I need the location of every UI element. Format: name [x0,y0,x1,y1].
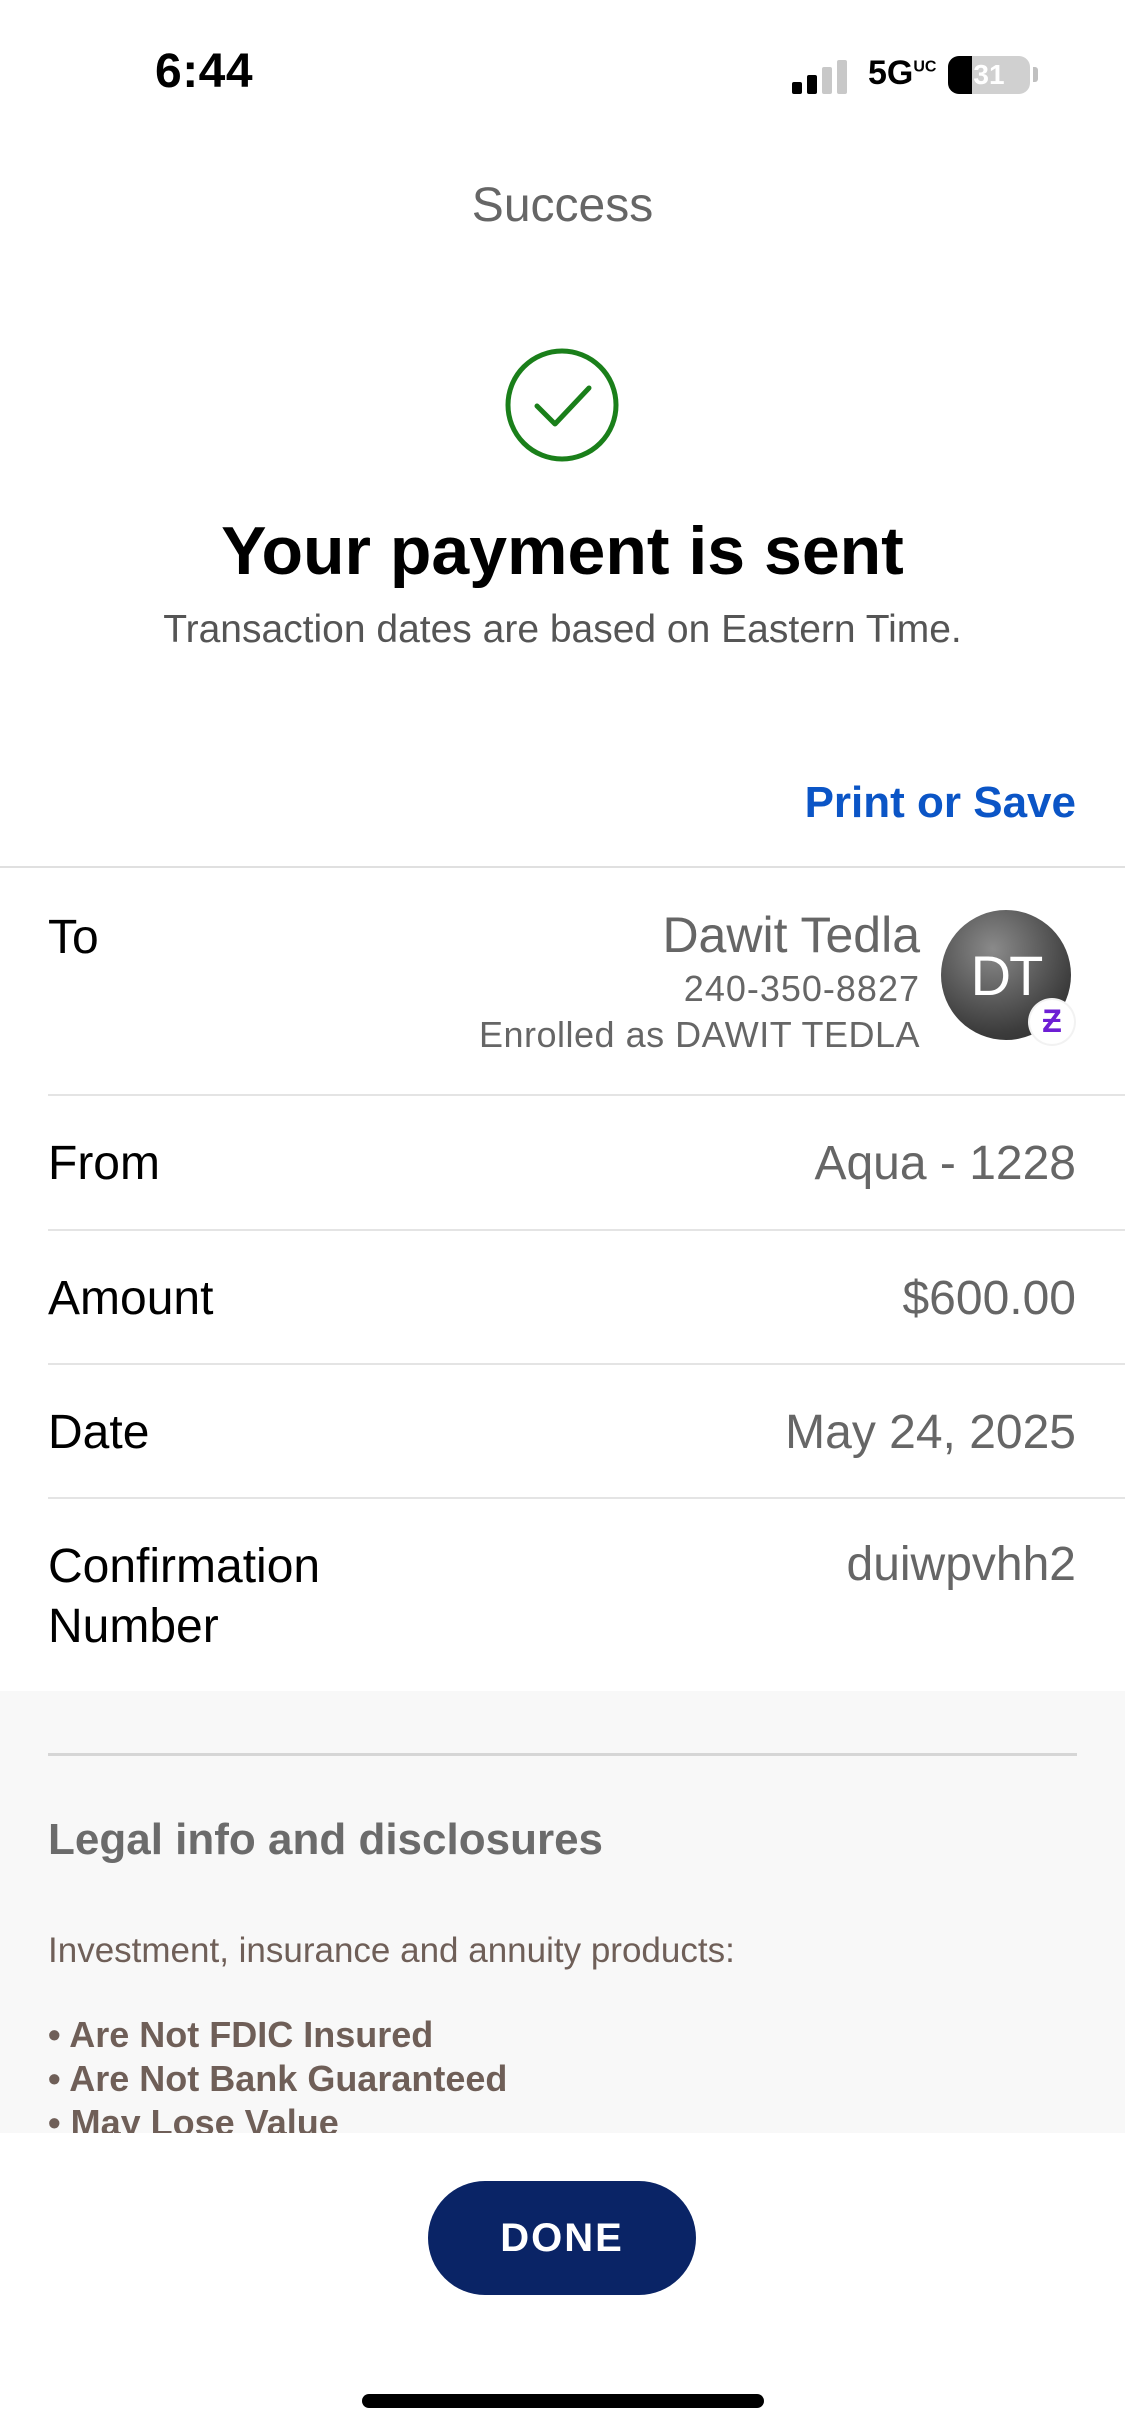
status-bar: 6:44 5GUC 31 [0,0,1125,150]
battery-icon: 31 [948,56,1030,94]
legal-title: Legal info and disclosures [48,1815,604,1864]
recipient-name: Dawit Tedla [662,907,920,963]
legal-divider [48,1753,1077,1756]
legal-section[interactable]: Legal info and disclosures Investment, i… [0,1691,1125,2133]
confirmation-number-row: Confirmation Number duiwpvhh2 [48,1499,1125,1691]
cellular-signal-icon [792,58,850,94]
date-value: May 24, 2025 [785,1406,1076,1459]
battery-percentage: 31 [973,59,1005,90]
date-label: Date [48,1406,150,1459]
timezone-note: Transaction dates are based on Eastern T… [163,608,962,651]
legal-item: • May Lose Value [48,2102,339,2133]
avatar-initials: DT [970,944,1044,1007]
confirmation-number-label: Confirmation Number [48,1540,321,1653]
amount-label: Amount [48,1272,214,1325]
from-row: From Aqua - 1228 [48,1096,1125,1231]
recipient-enrolled-name: Enrolled as DAWIT TEDLA [479,1014,920,1055]
battery-tip [1033,67,1038,82]
recipient-phone: 240-350-8827 [683,968,920,1009]
legal-intro: Investment, insurance and annuity produc… [48,1931,735,1970]
network-indicator: 5GUC [868,54,937,92]
success-headline: Your payment is sent [221,513,904,589]
amount-row: Amount $600.00 [48,1231,1125,1365]
home-indicator[interactable] [362,2394,764,2408]
confirmation-number-value: duiwpvhh2 [846,1538,1077,1591]
amount-value: $600.00 [902,1272,1076,1325]
legal-item: • Are Not FDIC Insured [48,2014,434,2055]
checkmark-circle-icon [505,348,619,462]
to-label: To [48,911,99,964]
done-button[interactable]: DONE [428,2181,696,2295]
from-label: From [48,1137,160,1190]
print-or-save-link[interactable]: Print or Save [805,778,1076,828]
from-account: Aqua - 1228 [814,1137,1076,1190]
status-time: 6:44 [155,45,254,98]
date-row: Date May 24, 2025 [48,1365,1125,1499]
zelle-icon: Ƶ [1030,1000,1074,1044]
page-title: Success [471,179,654,232]
legal-item: • Are Not Bank Guaranteed [48,2058,508,2099]
legal-list: • Are Not FDIC Insured • Are Not Bank Gu… [48,2013,507,2133]
recipient-row: To Dawit Tedla 240-350-8827 Enrolled as … [48,868,1125,1096]
